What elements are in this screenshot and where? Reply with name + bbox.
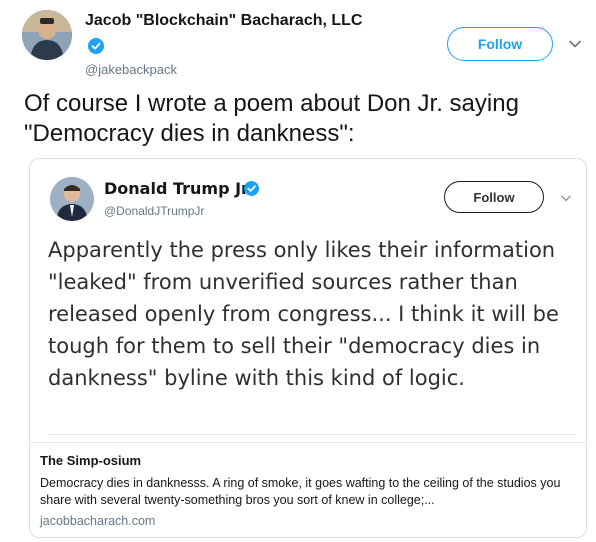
quoted-author-handle[interactable]: @DonaldJTrumpJr <box>104 204 204 218</box>
divider <box>48 434 576 435</box>
quoted-author-avatar[interactable] <box>50 177 94 221</box>
user-avatar-icon <box>50 177 94 221</box>
quoted-follow-button[interactable]: Follow <box>444 181 544 213</box>
quoted-author-name[interactable]: Donald Trump Jr. <box>104 179 253 198</box>
link-card-description: Democracy dies in danknesss. A ring of s… <box>40 476 561 507</box>
link-card-domain[interactable]: jacobbacharach.com <box>40 514 155 528</box>
chevron-down-icon[interactable] <box>569 40 581 48</box>
author-avatar[interactable] <box>22 10 72 60</box>
author-name[interactable]: Jacob "Blockchain" Bacharach, LLC <box>85 12 362 30</box>
verified-badge-icon <box>88 38 104 54</box>
chevron-down-icon[interactable] <box>561 195 571 202</box>
link-card-title[interactable]: The Simp-osium <box>40 453 141 468</box>
quoted-tweet[interactable]: Donald Trump Jr. @DonaldJTrumpJr Follow … <box>29 158 587 538</box>
verified-badge-icon <box>244 181 259 196</box>
author-handle[interactable]: @jakebackpack <box>85 62 177 77</box>
user-avatar-icon <box>22 10 72 60</box>
quoted-tweet-text: Apparently the press only likes their in… <box>48 238 559 390</box>
tweet-text: Of course I wrote a poem about Don Jr. s… <box>24 90 519 147</box>
follow-button[interactable]: Follow <box>447 27 553 61</box>
link-card[interactable]: The Simp-osium Democracy dies in danknes… <box>30 442 586 537</box>
